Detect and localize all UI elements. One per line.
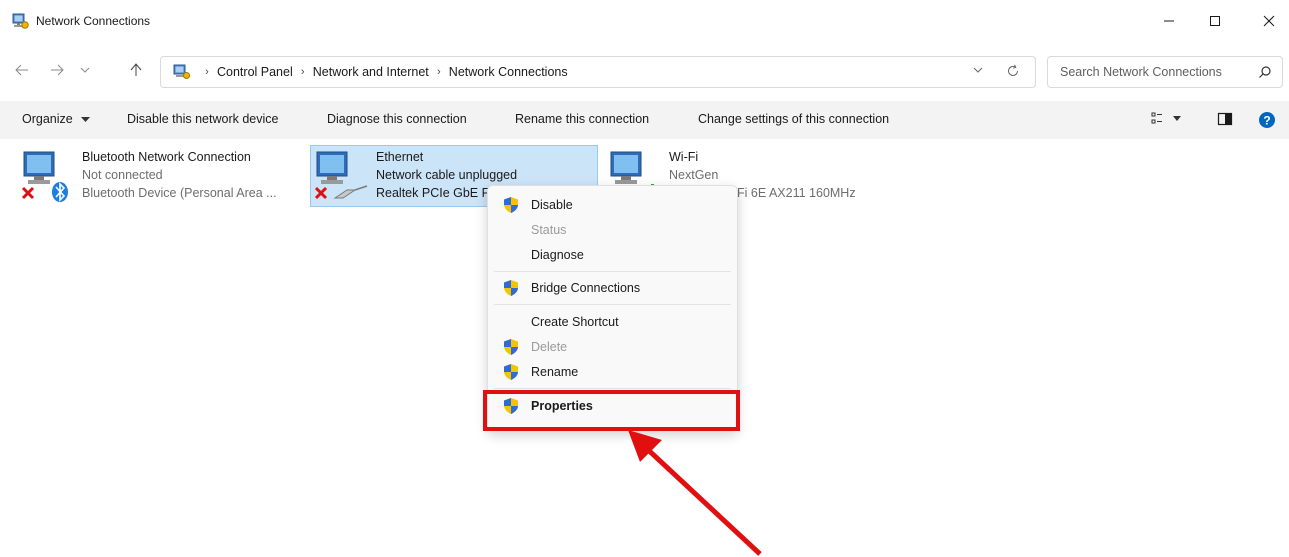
connection-status: NextGen [669, 168, 719, 182]
network-connections-app-icon [12, 13, 29, 29]
up-arrow-icon [130, 63, 142, 76]
chevron-right-icon: › [205, 66, 209, 78]
menu-item-label: Bridge Connections [531, 281, 641, 295]
maximize-icon [1210, 16, 1220, 26]
close-button[interactable] [1249, 8, 1289, 34]
preview-pane-icon [1217, 112, 1233, 126]
command-bar: Organize Disable this network device Dia… [0, 101, 1289, 139]
minimize-button[interactable] [1149, 8, 1189, 34]
menu-item-label: Delete [531, 340, 568, 354]
view-options-icon [1151, 112, 1181, 124]
breadcrumb-control-panel[interactable]: Control Panel [217, 65, 293, 79]
menu-item-label: Rename [531, 365, 579, 379]
control-panel-icon [173, 64, 190, 79]
connection-status: Not connected [82, 168, 163, 182]
breadcrumb-network-connections[interactable]: Network Connections [449, 65, 568, 79]
forward-arrow-icon [51, 64, 64, 76]
search-placeholder: Search Network Connections [1060, 65, 1222, 79]
organize-button[interactable]: Organize [22, 112, 91, 126]
close-icon [1263, 15, 1275, 27]
menu-item-disable[interactable]: Disable [488, 193, 737, 217]
connection-device: Realtek PCIe GbE F [376, 186, 490, 200]
breadcrumb-network-and-internet[interactable]: Network and Internet [313, 65, 429, 79]
menu-item-bridge-connections[interactable]: Bridge Connections [488, 276, 737, 300]
menu-item-create-shortcut[interactable]: Create Shortcut [488, 310, 737, 334]
connection-item-bluetooth[interactable]: Bluetooth Network Connection Not connect… [20, 146, 300, 208]
breadcrumb: › Control Panel › Network and Internet ›… [173, 64, 568, 80]
menu-item-status[interactable]: Status [488, 218, 737, 242]
red-arrow-annotation [628, 430, 762, 556]
uac-shield-icon [504, 364, 518, 380]
minimize-icon [1164, 20, 1174, 22]
maximize-button[interactable] [1195, 8, 1235, 34]
menu-item-label: Create Shortcut [531, 315, 619, 329]
address-bar[interactable]: › Control Panel › Network and Internet ›… [160, 56, 1036, 88]
organize-label: Organize [22, 112, 73, 126]
chevron-down-icon [80, 67, 90, 73]
svg-text:?: ? [1263, 114, 1270, 128]
bluetooth-network-icon [21, 151, 68, 202]
menu-item-rename[interactable]: Rename [488, 360, 737, 384]
rename-connection-button[interactable]: Rename this connection [515, 112, 649, 126]
recent-locations-button[interactable] [73, 58, 97, 82]
menu-item-label: Disable [531, 198, 573, 212]
help-button[interactable]: ? [1258, 111, 1276, 132]
diagnose-connection-button[interactable]: Diagnose this connection [327, 112, 467, 126]
connection-name: Ethernet [376, 150, 424, 164]
change-settings-button[interactable]: Change settings of this connection [698, 112, 889, 126]
connection-status: Network cable unplugged [376, 168, 518, 182]
uac-shield-icon [504, 197, 518, 213]
connection-name: Bluetooth Network Connection [82, 150, 251, 164]
up-button[interactable] [124, 58, 148, 82]
connection-name: Wi-Fi [669, 150, 699, 164]
refresh-icon[interactable] [1005, 63, 1021, 79]
menu-item-delete[interactable]: Delete [488, 335, 737, 359]
forward-button[interactable] [45, 58, 69, 82]
uac-shield-icon [504, 280, 518, 296]
ethernet-network-icon [314, 151, 368, 200]
address-history-chevron-icon[interactable] [973, 65, 983, 75]
dropdown-caret-icon [81, 116, 91, 122]
menu-separator [494, 271, 731, 272]
disable-device-button[interactable]: Disable this network device [127, 112, 278, 126]
connection-device: Bluetooth Device (Personal Area ... [82, 186, 277, 200]
menu-item-label: Diagnose [531, 248, 584, 262]
back-arrow-icon [15, 64, 28, 76]
search-input[interactable]: Search Network Connections [1047, 56, 1283, 88]
connection-device: Fi 6E AX211 160MHz [737, 186, 856, 200]
chevron-right-icon: › [436, 66, 441, 78]
title-bar: Network Connections [0, 0, 1289, 44]
help-icon: ? [1259, 112, 1275, 128]
search-icon [1259, 66, 1271, 78]
uac-shield-icon [504, 339, 518, 355]
menu-separator [494, 304, 731, 305]
menu-item-label: Status [531, 223, 567, 237]
chevron-right-icon: › [300, 66, 305, 78]
preview-pane-button[interactable] [1217, 111, 1233, 130]
window-title: Network Connections [36, 14, 151, 28]
menu-separator [494, 388, 731, 389]
change-view-button[interactable] [1151, 111, 1183, 130]
back-button[interactable] [10, 58, 34, 82]
menu-item-diagnose[interactable]: Diagnose [488, 243, 737, 267]
